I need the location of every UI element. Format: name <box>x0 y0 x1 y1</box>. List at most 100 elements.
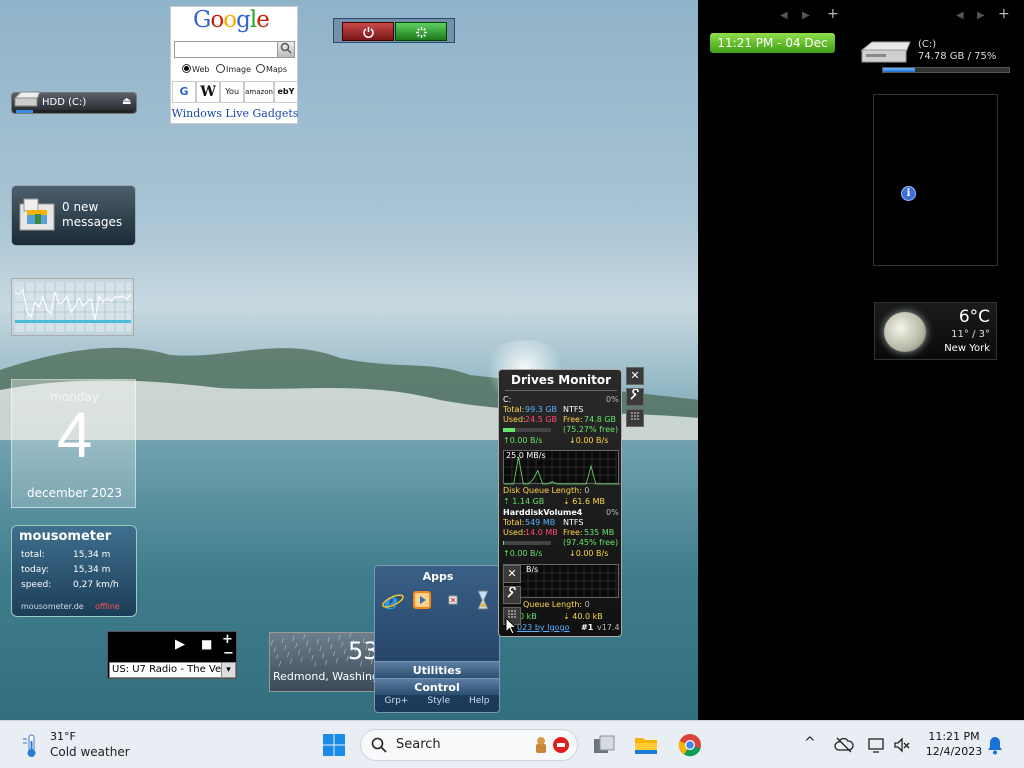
mouse-cursor-icon <box>505 617 517 635</box>
radio-station-select[interactable]: US: U7 Radio - The Ve ▾ <box>109 662 236 678</box>
volume-muted-icon[interactable] <box>892 735 912 755</box>
info-icon[interactable]: i <box>901 186 916 201</box>
sidebar-add-gadget-button-2[interactable]: + <box>998 6 1010 22</box>
drive2-queue: Queue Length: 0 <box>523 600 590 609</box>
mail-count-label: messages <box>62 215 123 229</box>
radio-station-value: US: U7 Radio - The Ve <box>112 664 222 675</box>
cpu-graph-gadget[interactable] <box>11 278 134 336</box>
chrome-icon[interactable] <box>676 731 704 759</box>
drive1-queue: Disk Queue Length: 0 <box>503 486 589 495</box>
google-radio-maps[interactable]: Maps <box>256 64 287 74</box>
hourglass-icon[interactable] <box>471 588 495 612</box>
mousometer-status[interactable]: offline <box>95 602 120 611</box>
sidebar-weather-temp: 6°C <box>958 307 990 327</box>
apps-category-control[interactable]: Control <box>375 678 499 695</box>
weather-gadget[interactable]: 53 Redmond, Washing <box>269 632 379 692</box>
drive2-bytes-written: ⇣ 40.0 kB <box>563 612 603 621</box>
taskbar-search-box[interactable]: Search <box>360 729 578 761</box>
apps-help-button[interactable]: Help <box>469 696 490 712</box>
hdd-gadget[interactable]: HDD (C:) ⏏ <box>11 91 137 114</box>
taskbar: 31°F Cold weather Search ^ 11:21 PM 12/4… <box>0 720 1024 768</box>
hard-drive-icon <box>860 41 911 63</box>
google-search-go-button[interactable] <box>277 41 295 58</box>
apps-category-utilities[interactable]: Utilities <box>375 661 499 678</box>
sidebar-prev-button[interactable]: ◀ <box>780 10 788 21</box>
mousometer-site-link[interactable]: mousometer.de <box>21 602 84 611</box>
chevron-down-icon[interactable]: ▾ <box>221 663 235 677</box>
google-logo-letter: e <box>256 7 270 33</box>
drive2-write-value: 0.00 B/s <box>575 549 609 558</box>
wikipedia-site-link[interactable]: W <box>196 81 221 103</box>
eject-icon[interactable]: ⏏ <box>122 96 131 107</box>
sidebar-next-button[interactable]: ▶ <box>802 10 810 21</box>
show-hidden-icons-chevron[interactable]: ^ <box>804 735 816 751</box>
radio-icon <box>216 64 225 73</box>
windows-live-gadgets-link[interactable]: Windows Live Gadgets <box>171 107 299 120</box>
drive1-graph-label: 25.0 MB/s <box>506 451 546 460</box>
apps-close-button[interactable]: ✕ <box>503 565 521 583</box>
search-highlight-icon <box>536 737 569 753</box>
radio-volume-up-button[interactable]: + <box>222 632 233 647</box>
google-logo: Google <box>193 7 270 33</box>
sidebar-next-button-2[interactable]: ▶ <box>977 10 985 21</box>
drives-monitor-title: Drives Monitor <box>510 373 611 387</box>
restart-button[interactable] <box>395 22 447 41</box>
drive2-free-label: Free: <box>563 528 583 537</box>
amazon-site-link[interactable]: amazon <box>244 81 274 103</box>
radio-volume-down-button[interactable]: − <box>223 646 234 661</box>
apps-group-add-button[interactable]: Grp+ <box>384 696 408 712</box>
radio-gadget: ▶ ■ + − US: U7 Radio - The Ve ▾ <box>107 631 237 679</box>
thermometer-icon[interactable] <box>20 733 42 759</box>
drive1-total: 99.3 GB <box>525 405 558 414</box>
cloud-offline-icon[interactable] <box>834 735 854 755</box>
internet-explorer-icon[interactable]: e <box>381 588 405 612</box>
sidebar-add-gadget-button[interactable]: + <box>827 6 839 22</box>
mousometer-row-today: today: 15,34 m <box>21 565 131 575</box>
google-radio-image[interactable]: Image <box>216 64 251 74</box>
radio-stop-button[interactable]: ■ <box>201 637 212 651</box>
drives-monitor-drag-handle[interactable] <box>626 409 644 427</box>
notification-bell-icon[interactable] <box>986 735 1004 755</box>
radio-icon <box>256 64 265 73</box>
apps-style-button[interactable]: Style <box>427 696 450 712</box>
mousometer-gadget: mousometer total: 15,34 m today: 15,34 m s… <box>11 525 137 617</box>
media-player-icon[interactable] <box>410 588 434 612</box>
taskbar-search-placeholder: Search <box>396 737 441 752</box>
app-placeholder-icon[interactable] <box>441 588 465 612</box>
google-site-link[interactable]: G <box>172 81 197 103</box>
youtube-site-link[interactable]: You <box>220 81 245 103</box>
drives-monitor-close-button[interactable]: ✕ <box>626 367 644 385</box>
drag-handle-icon <box>631 412 639 420</box>
shutdown-gadget <box>333 18 455 43</box>
taskbar-weather-temp[interactable]: 31°F <box>50 730 76 743</box>
windows-start-icon[interactable] <box>322 733 346 757</box>
shutdown-button[interactable] <box>342 22 394 41</box>
weather-city: Redmond, Washing <box>273 670 379 683</box>
drive1-name: C: <box>503 395 512 404</box>
mousometer-title: mousometer <box>19 529 112 544</box>
drives-monitor-settings-button[interactable] <box>626 388 644 406</box>
taskbar-clock[interactable]: 11:21 PM 12/4/2023 <box>918 729 990 759</box>
power-icon <box>362 27 374 38</box>
network-icon[interactable] <box>866 735 886 755</box>
ebay-site-link[interactable]: ebY <box>273 81 298 103</box>
calendar-gadget[interactable]: monday 4 december 2023 <box>11 379 136 508</box>
drive2-free: 535 MB <box>584 528 615 537</box>
drive1-queue-value: 0 <box>584 486 590 495</box>
file-explorer-icon[interactable] <box>632 731 660 759</box>
google-search-input[interactable] <box>174 41 278 58</box>
mail-gadget[interactable]: 0 new messages <box>11 185 136 246</box>
radio-play-button[interactable]: ▶ <box>175 637 185 652</box>
drive2-used-label: Used: <box>503 528 526 537</box>
blank-gadget-frame[interactable] <box>873 94 998 266</box>
drive2-graph-svg <box>504 565 620 599</box>
google-radio-web[interactable]: Web <box>182 64 209 74</box>
apps-title: Apps <box>422 570 454 583</box>
drives-monitor-author-link[interactable]: 023 by Igogo <box>517 623 569 632</box>
wrench-icon <box>507 586 516 598</box>
drive2-usage-bar <box>503 541 551 545</box>
taskbar-weather-condition[interactable]: Cold weather <box>50 745 130 759</box>
task-view-icon[interactable] <box>590 731 618 759</box>
sidebar-prev-button-2[interactable]: ◀ <box>956 10 964 21</box>
apps-settings-button[interactable] <box>503 586 521 604</box>
